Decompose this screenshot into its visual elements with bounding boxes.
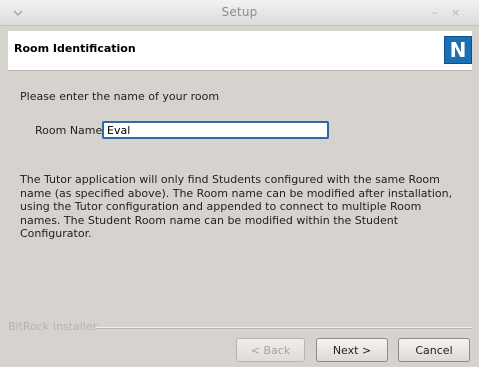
room-name-input[interactable] <box>102 121 329 139</box>
close-icon[interactable]: × <box>451 6 460 19</box>
logo-icon: N <box>444 36 472 64</box>
room-prompt: Please enter the name of your room <box>20 90 220 103</box>
cancel-button[interactable]: Cancel <box>398 338 470 362</box>
room-name-label: Room Name <box>35 124 103 137</box>
footer-divider <box>96 327 472 329</box>
minimize-icon[interactable]: – <box>432 6 438 19</box>
next-button[interactable]: Next > <box>316 338 388 362</box>
title-bar: Setup – × <box>0 0 479 26</box>
page-title: Room Identification <box>14 42 136 55</box>
back-button[interactable]: < Back <box>236 338 305 362</box>
installer-label: BitRock Installer <box>8 320 98 333</box>
setup-window: Setup – × Room Identification N Please e… <box>0 0 479 367</box>
description-text: The Tutor application will only find Stu… <box>20 173 453 240</box>
page-header: Room Identification N <box>8 31 472 71</box>
window-title: Setup <box>221 5 258 19</box>
